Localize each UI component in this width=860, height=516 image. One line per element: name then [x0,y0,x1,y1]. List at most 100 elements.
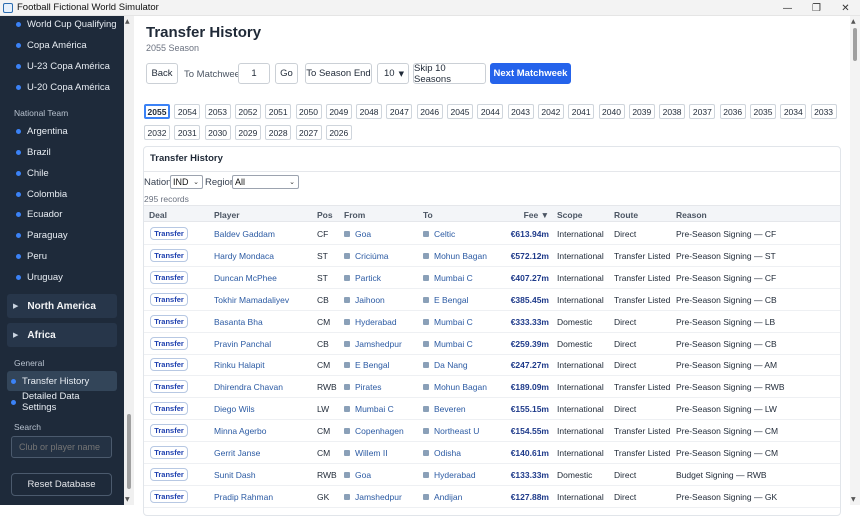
sidebar-item-transfer-history[interactable]: Transfer History [0,371,115,391]
season-tab-2050[interactable]: 2050 [295,104,322,119]
sidebar-item-u20-copa-america[interactable]: U-20 Copa América [0,77,120,97]
column-header-pos[interactable]: Pos [317,210,333,220]
to-club-link[interactable]: Odisha [423,448,461,458]
column-header-player[interactable]: Player [214,210,240,220]
region-select[interactable]: All ⌄ [232,175,299,189]
table-row[interactable]: Transfer Baldev Gaddam CF Goa Celtic €613.94m… [144,223,840,245]
sidebar-item-peru[interactable]: Peru [0,246,120,266]
table-row[interactable]: Transfer Diego Wils LW Mumbai C Beveren €155.… [144,398,840,421]
to-club-link[interactable]: Beveren [423,404,466,414]
season-tab-2044[interactable]: 2044 [477,104,504,119]
to-club-link[interactable]: Andijan [423,492,462,502]
season-tab-2038[interactable]: 2038 [659,104,686,119]
close-button[interactable]: ✕ [831,0,860,16]
from-club-link[interactable]: Copenhagen [344,426,404,436]
table-row[interactable]: Transfer Hardy Mondaca ST Criciúma Mohun Bag… [144,245,840,267]
season-tab-2033[interactable]: 2033 [810,104,837,119]
reset-database-button[interactable]: Reset Database [11,473,112,496]
season-tab-2042[interactable]: 2042 [537,104,564,119]
season-tab-2028[interactable]: 2028 [265,125,292,140]
player-link[interactable]: Sunit Dash [214,470,256,480]
scroll-up-icon[interactable]: ▲ [851,18,856,25]
season-tab-2031[interactable]: 2031 [174,125,201,140]
sidebar-group-africa[interactable]: ▶ Africa [7,323,117,347]
from-club-link[interactable]: Goa [344,470,371,480]
season-tab-2054[interactable]: 2054 [174,104,201,119]
season-tab-2027[interactable]: 2027 [295,125,322,140]
column-header-reason[interactable]: Reason [676,210,707,220]
sidebar-item-ecuador[interactable]: Ecuador [0,204,120,224]
season-tab-2053[interactable]: 2053 [204,104,231,119]
skip-count-select[interactable]: 10 ▼ [377,63,409,84]
from-club-link[interactable]: Pirates [344,382,381,392]
scroll-up-icon[interactable]: ▲ [125,18,130,25]
from-club-link[interactable]: Mumbai C [344,404,394,414]
player-link[interactable]: Pradip Rahman [214,492,273,502]
sidebar-group-north-america[interactable]: ▶ North America [7,294,117,318]
table-row[interactable]: Transfer Rinku Halapit CM E Bengal Da Nang €2… [144,354,840,377]
to-club-link[interactable]: Mumbai C [423,339,473,349]
from-club-link[interactable]: Jaihoon [344,295,385,305]
season-tab-2045[interactable]: 2045 [447,104,473,119]
table-row[interactable]: Transfer Basanta Bha CM Hyderabad Mumbai C €3… [144,311,840,333]
player-link[interactable]: Minna Agerbo [214,426,266,436]
season-tab-2026[interactable]: 2026 [325,125,352,140]
column-header-from[interactable]: From [344,210,365,220]
from-club-link[interactable]: Willem II [344,448,388,458]
season-tab-2039[interactable]: 2039 [628,104,655,119]
table-row[interactable]: Transfer Duncan McPhee ST Partick Mumbai C €4… [144,267,840,289]
season-tab-2040[interactable]: 2040 [598,104,625,119]
season-tab-2035[interactable]: 2035 [750,104,776,119]
to-season-end-button[interactable]: To Season End [305,63,372,84]
column-header-scope[interactable]: Scope [557,210,583,220]
scrollbar-thumb[interactable] [127,414,131,489]
to-club-link[interactable]: Mumbai C [423,273,473,283]
back-button[interactable]: Back [146,63,178,84]
season-tab-2046[interactable]: 2046 [416,104,443,119]
sidebar-item-paraguay[interactable]: Paraguay [0,225,120,245]
player-link[interactable]: Pravin Panchal [214,339,271,349]
season-tab-2043[interactable]: 2043 [507,104,534,119]
season-tab-2030[interactable]: 2030 [204,125,231,140]
season-tab-2055[interactable]: 2055 [144,104,170,119]
to-club-link[interactable]: Mumbai C [423,317,473,327]
season-tab-2051[interactable]: 2051 [265,104,292,119]
player-link[interactable]: Gerrit Janse [214,448,260,458]
from-club-link[interactable]: Jamshedpur [344,492,402,502]
season-tab-2034[interactable]: 2034 [780,104,807,119]
season-tab-2032[interactable]: 2032 [144,125,170,140]
table-row[interactable]: Transfer Tokhir Mamadaliyev CB Jaihoon E Ben… [144,289,840,311]
table-row[interactable]: Transfer Minna Agerbo CM Copenhagen Northeas… [144,420,840,443]
player-link[interactable]: Hardy Mondaca [214,251,274,261]
season-tab-2041[interactable]: 2041 [568,104,595,119]
table-row[interactable]: Transfer Pradip Rahman GK Jamshedpur Andijan… [144,486,840,508]
player-link[interactable]: Diego Wils [214,404,255,414]
from-club-link[interactable]: Jamshedpur [344,339,402,349]
table-row[interactable]: Transfer Gerrit Janse CM Willem II Odisha €14… [144,442,840,464]
season-tab-2047[interactable]: 2047 [386,104,413,119]
player-link[interactable]: Duncan McPhee [214,273,277,283]
from-club-link[interactable]: E Bengal [344,360,390,370]
season-tab-2049[interactable]: 2049 [325,104,352,119]
player-link[interactable]: Baldev Gaddam [214,229,275,239]
sidebar-scrollbar[interactable]: ▲ ▼ [124,16,134,505]
player-link[interactable]: Rinku Halapit [214,360,265,370]
from-club-link[interactable]: Criciúma [344,251,389,261]
to-club-link[interactable]: Hyderabad [423,470,476,480]
skip-seasons-button[interactable]: Skip 10 Seasons [413,63,486,85]
to-club-link[interactable]: Da Nang [423,360,468,370]
column-header-deal[interactable]: Deal [149,210,167,220]
sidebar-item-u23-copa-america[interactable]: U-23 Copa América [0,56,120,76]
column-header-to[interactable]: To [423,210,433,220]
from-club-link[interactable]: Hyderabad [344,317,397,327]
matchweek-input[interactable]: 1 [238,63,270,84]
scroll-down-icon[interactable]: ▼ [851,496,856,503]
player-link[interactable]: Tokhir Mamadaliyev [214,295,289,305]
table-row[interactable]: Transfer Sunit Dash RWB Goa Hyderabad €133.33… [144,464,840,486]
sidebar-item-brazil[interactable]: Brazil [0,142,120,162]
column-header-route[interactable]: Route [614,210,638,220]
to-club-link[interactable]: E Bengal [423,295,469,305]
from-club-link[interactable]: Partick [344,273,381,283]
sidebar-item-colombia[interactable]: Colombia [0,184,120,204]
sidebar-item-copa-america[interactable]: Copa América [0,35,120,55]
